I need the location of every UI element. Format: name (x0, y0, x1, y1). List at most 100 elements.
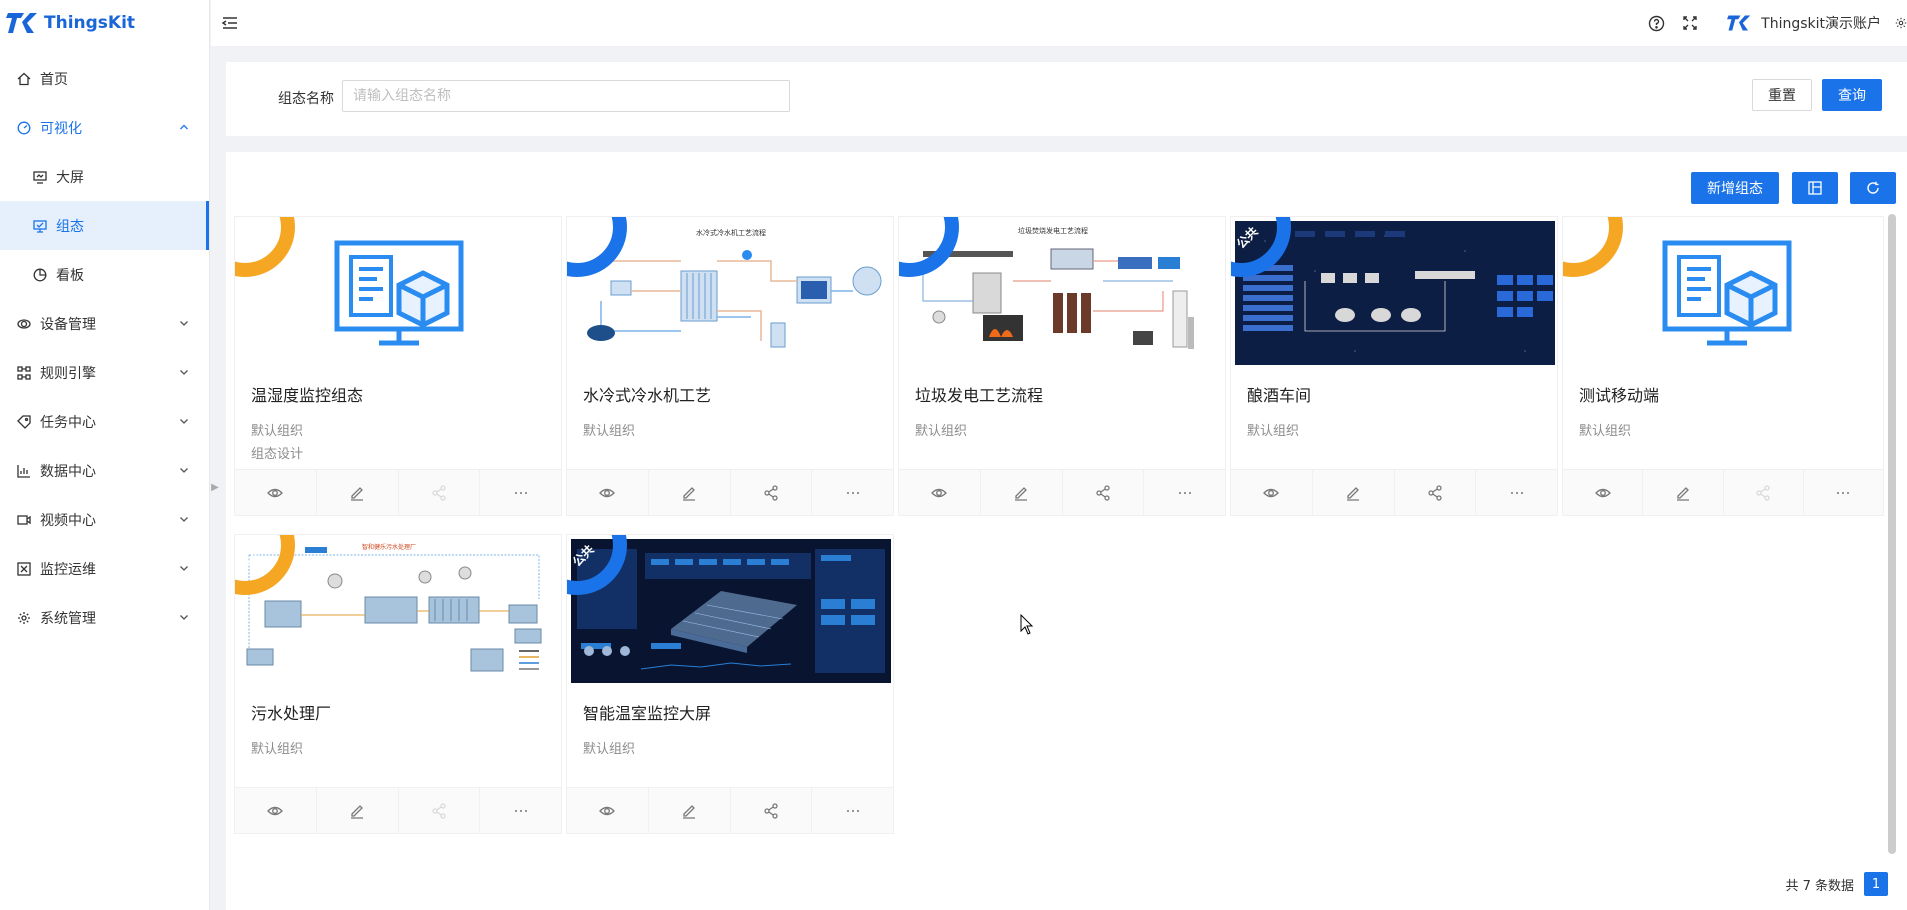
more-button[interactable] (480, 788, 561, 833)
card-organization: 默认组织 (251, 742, 304, 757)
help-icon[interactable] (1647, 14, 1665, 32)
more-button[interactable] (480, 470, 561, 515)
sidebar-item-label: 首页 (40, 71, 68, 88)
sidebar-item-data-center[interactable]: 数据中心 (0, 446, 209, 495)
card-title: 温湿度监控组态 (251, 386, 364, 405)
edit-button[interactable] (317, 470, 399, 515)
pie-chart-icon (32, 267, 48, 283)
card-title: 垃圾发电工艺流程 (915, 386, 1044, 405)
search-form: 组态名称 重置 查询 (226, 62, 1907, 136)
card-organization: 默认组织 (915, 424, 968, 439)
sidebar-item-video-center[interactable]: 视频中心 (0, 495, 209, 544)
mouse-cursor-icon (1020, 614, 1034, 635)
sidebar-item-monitoring-ops[interactable]: 监控运维 (0, 544, 209, 593)
eye-icon (599, 488, 616, 497)
refresh-button[interactable] (1850, 172, 1896, 204)
more-button[interactable] (1476, 470, 1557, 515)
private-tag: 私有 (1563, 217, 1631, 285)
card-organization: 默认组织 (251, 424, 304, 439)
sidebar-item-big-screen[interactable]: 大屏 (0, 152, 209, 201)
card-list-panel: 新增组态 私有 温湿度监控组态 默认组织 组态设计 水冷式冷水机工艺流程 公共 … (226, 152, 1907, 910)
fullscreen-icon[interactable] (1681, 14, 1699, 32)
card-organization: 默认组织 (583, 424, 636, 439)
account-avatar-icon[interactable] (1727, 13, 1751, 33)
edit-icon (351, 804, 364, 819)
more-button[interactable] (812, 788, 893, 833)
ellipsis-icon (846, 491, 859, 494)
config-card[interactable]: 水冷式冷水机工艺流程 公共 水冷式冷水机工艺 默认组织 (566, 216, 894, 516)
ellipsis-icon (1178, 491, 1191, 494)
preview-button[interactable] (235, 470, 317, 515)
sidebar-item-label: 监控运维 (40, 561, 96, 578)
share-icon (1096, 484, 1110, 501)
preview-button[interactable] (567, 788, 649, 833)
config-name-input[interactable] (342, 80, 790, 112)
account-name[interactable]: Thingskit演示账户 (1761, 13, 1881, 33)
sidebar-item-rule-engine[interactable]: 规则引擎 (0, 348, 209, 397)
share-button[interactable] (1724, 470, 1804, 515)
share-button[interactable] (1395, 470, 1477, 515)
public-tag: 公共 (567, 535, 635, 603)
sidebar-item-home[interactable]: 首页 (0, 54, 209, 103)
share-button[interactable] (399, 788, 481, 833)
eye-icon (1263, 488, 1280, 497)
preview-button[interactable] (567, 470, 649, 515)
edit-button[interactable] (649, 470, 731, 515)
home-icon (16, 71, 32, 87)
device-icon (16, 316, 32, 332)
config-card[interactable]: 智和健乐污水处理厂 私有 污水处理厂 默认组织 (234, 534, 562, 834)
logo[interactable]: ThingsKit (0, 0, 209, 46)
edit-icon (351, 486, 364, 501)
preview-button[interactable] (1563, 470, 1644, 515)
sidebar-item-system-management[interactable]: 系统管理 (0, 593, 209, 642)
preview-button[interactable] (235, 788, 317, 833)
menu-fold-icon[interactable] (221, 14, 239, 32)
screen-icon (32, 169, 48, 185)
reset-button[interactable]: 重置 (1752, 79, 1812, 111)
card-description: 组态设计 (251, 447, 304, 462)
app-name: ThingsKit (44, 13, 136, 33)
config-card[interactable]: 垃圾焚烧发电工艺流程 公共 垃圾发电工艺流程 默认组织 (898, 216, 1226, 516)
edit-button[interactable] (1643, 470, 1724, 515)
bar-chart-icon (16, 463, 32, 479)
sidebar-collapse-handle[interactable]: ▶ (210, 472, 220, 502)
config-card[interactable]: 公共 酿酒车间 默认组织 (1230, 216, 1558, 516)
edit-button[interactable] (1313, 470, 1395, 515)
share-button[interactable] (1063, 470, 1145, 515)
more-button[interactable] (1804, 470, 1883, 515)
add-config-button[interactable]: 新增组态 (1691, 172, 1779, 204)
more-button[interactable] (1144, 470, 1225, 515)
sidebar-item-configuration[interactable]: 组态 (0, 201, 209, 250)
config-card[interactable]: 私有 测试移动端 默认组织 (1562, 216, 1884, 516)
edit-button[interactable] (649, 788, 731, 833)
edit-icon (1015, 486, 1028, 501)
preview-button[interactable] (1231, 470, 1313, 515)
edit-button[interactable] (981, 470, 1063, 515)
settings-gear-icon[interactable] (1895, 14, 1907, 32)
card-actions (235, 469, 561, 515)
config-card[interactable]: 私有 温湿度监控组态 默认组织 组态设计 (234, 216, 562, 516)
preview-button[interactable] (899, 470, 981, 515)
share-button[interactable] (731, 788, 813, 833)
sidebar-item-label: 系统管理 (40, 610, 96, 627)
share-button[interactable] (731, 470, 813, 515)
query-button[interactable]: 查询 (1822, 79, 1882, 111)
sidebar-item-kanban[interactable]: 看板 (0, 250, 209, 299)
sidebar-item-device-management[interactable]: 设备管理 (0, 299, 209, 348)
sidebar-item-label: 看板 (56, 267, 84, 284)
sidebar-item-task-center[interactable]: 任务中心 (0, 397, 209, 446)
share-icon (1756, 484, 1770, 501)
layout-icon (1808, 181, 1822, 195)
card-title: 酿酒车间 (1247, 386, 1312, 405)
sidebar-item-label: 规则引擎 (40, 365, 96, 382)
edit-button[interactable] (317, 788, 399, 833)
vertical-scrollbar[interactable] (1888, 214, 1896, 854)
configuration-placeholder-icon (1662, 240, 1792, 346)
sidebar-item-visualization[interactable]: 可视化 (0, 103, 209, 152)
share-button[interactable] (399, 470, 481, 515)
more-button[interactable] (812, 470, 893, 515)
config-card[interactable]: 公共 智能温室监控大屏 默认组织 (566, 534, 894, 834)
layout-toggle-button[interactable] (1792, 172, 1838, 204)
card-actions (1563, 469, 1883, 515)
page-number-button[interactable]: 1 (1864, 872, 1888, 896)
